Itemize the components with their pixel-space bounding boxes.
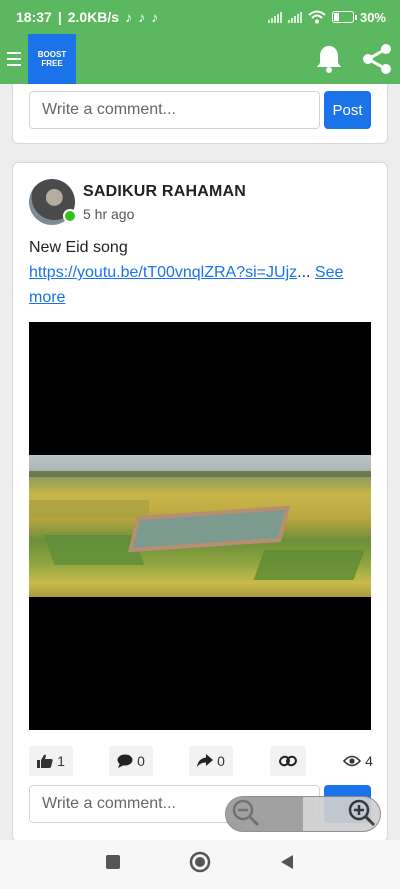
status-time: 18:37 bbox=[16, 9, 52, 25]
music-note-icon: ♪ bbox=[138, 9, 146, 25]
video-thumbnail bbox=[29, 455, 371, 597]
music-note-icon: ♪ bbox=[151, 9, 159, 25]
post-body: New Eid song https://youtu.be/tT00vnqlZR… bbox=[29, 235, 359, 310]
post-text: New Eid song bbox=[29, 239, 128, 256]
post-author[interactable]: SADIKUR RAHAMAN 5 hr ago bbox=[29, 179, 246, 225]
feed[interactable]: Write a comment... Post SADIKUR RAHAMAN … bbox=[0, 84, 400, 840]
online-status-dot bbox=[63, 209, 77, 223]
status-bar: 18:37 | 2.0KB/s ♪ ♪ ♪ 30% bbox=[0, 0, 400, 34]
app-logo[interactable]: BOOST FREE bbox=[28, 34, 76, 84]
system-nav-bar bbox=[0, 840, 400, 889]
comment-icon bbox=[117, 754, 133, 768]
post-comment-button[interactable]: Post bbox=[324, 91, 371, 129]
link-icon bbox=[279, 755, 297, 767]
back-icon[interactable] bbox=[278, 853, 296, 876]
eye-icon bbox=[343, 755, 362, 767]
thumbs-up-icon bbox=[37, 754, 53, 768]
comment-count: 0 bbox=[137, 753, 145, 769]
music-note-icon: ♪ bbox=[125, 9, 133, 25]
like-button[interactable]: 1 bbox=[29, 746, 73, 776]
share-icon[interactable] bbox=[360, 42, 394, 76]
like-count: 1 bbox=[57, 753, 65, 769]
share-post-button[interactable]: 0 bbox=[189, 746, 233, 776]
battery-icon bbox=[331, 11, 357, 23]
avatar[interactable] bbox=[29, 179, 77, 225]
signal-icon bbox=[267, 11, 282, 23]
post-actions: 1 0 0 4 bbox=[29, 746, 375, 776]
wifi-icon bbox=[308, 10, 326, 24]
post-time: 5 hr ago bbox=[83, 206, 135, 222]
post-card: SADIKUR RAHAMAN 5 hr ago New Eid song ht… bbox=[12, 162, 388, 840]
battery-percent: 30% bbox=[359, 9, 386, 25]
zoom-control bbox=[225, 796, 381, 832]
zoom-in-icon[interactable] bbox=[346, 797, 376, 832]
comment-button[interactable]: 0 bbox=[109, 746, 153, 776]
view-count: 4 bbox=[341, 746, 375, 776]
recent-apps-icon[interactable] bbox=[104, 853, 122, 876]
author-name[interactable]: SADIKUR RAHAMAN bbox=[83, 183, 246, 201]
share-arrow-icon bbox=[197, 754, 214, 767]
previous-post-card: Write a comment... Post bbox=[12, 84, 388, 144]
home-icon[interactable] bbox=[189, 851, 211, 878]
signal-icon bbox=[287, 11, 302, 23]
post-link[interactable]: https://youtu.be/tT00vnqlZRA?si=JUjz bbox=[29, 264, 297, 281]
status-net-speed: 2.0KB/s bbox=[67, 9, 120, 25]
link-ellipsis: ... bbox=[297, 264, 311, 281]
copy-link-button[interactable] bbox=[270, 746, 306, 776]
notification-bell-icon[interactable] bbox=[312, 42, 346, 76]
view-count-value: 4 bbox=[365, 753, 373, 769]
video-player[interactable] bbox=[29, 322, 371, 730]
share-count: 0 bbox=[217, 753, 225, 769]
menu-icon[interactable] bbox=[0, 34, 28, 84]
comment-input[interactable]: Write a comment... bbox=[29, 91, 320, 129]
zoom-out-icon[interactable] bbox=[230, 797, 260, 832]
app-bar: BOOST FREE bbox=[0, 34, 400, 84]
